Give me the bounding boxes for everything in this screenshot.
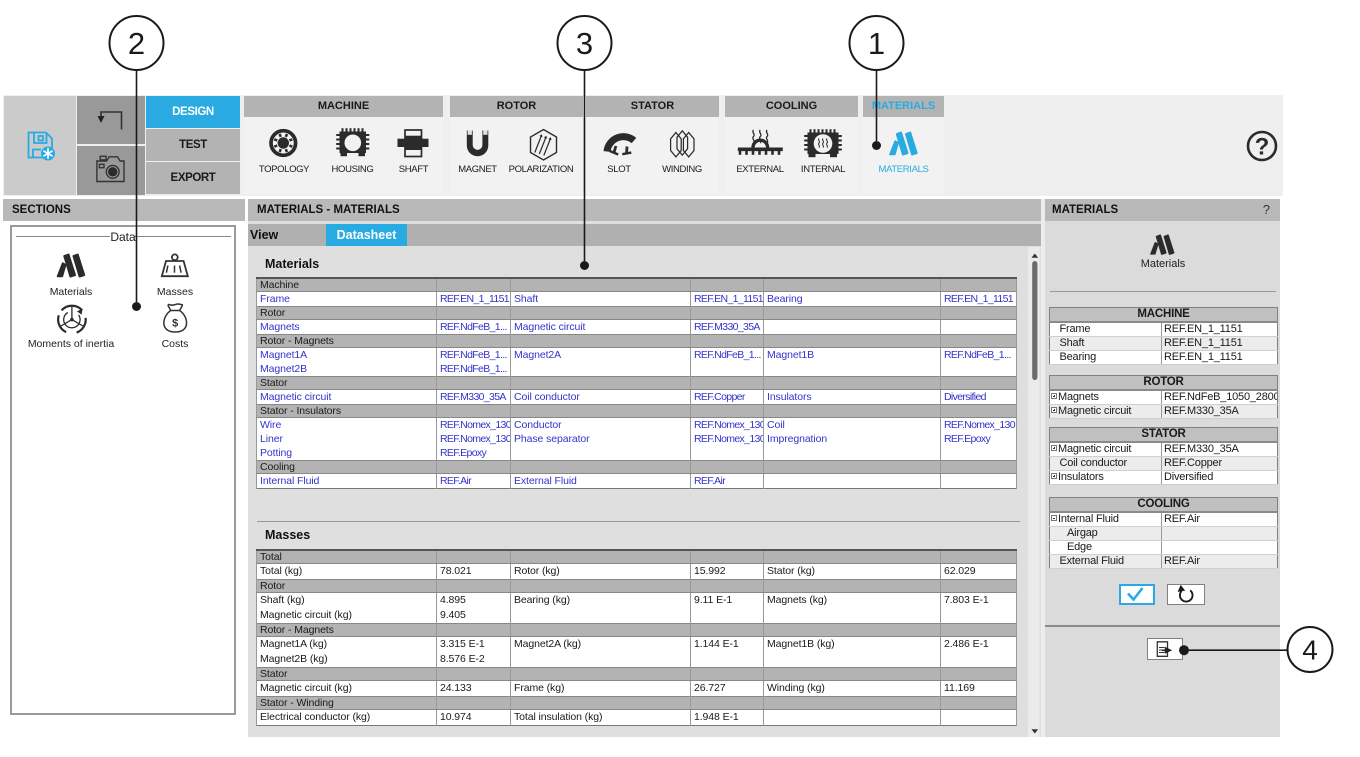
svg-text:4: 4	[1302, 635, 1318, 666]
svg-text:HOUSING: HOUSING	[332, 164, 374, 175]
svg-text:2: 2	[128, 26, 145, 61]
svg-text:3: 3	[576, 26, 593, 61]
svg-text:MATERIALS: MATERIALS	[879, 164, 929, 175]
svg-text:EXTERNAL: EXTERNAL	[736, 164, 783, 175]
svg-text:SLOT: SLOT	[607, 164, 631, 175]
svg-text:$: $	[172, 318, 178, 330]
svg-text:WINDING: WINDING	[662, 164, 702, 175]
svg-text:SHAFT: SHAFT	[399, 164, 429, 175]
svg-text:1: 1	[868, 26, 885, 61]
svg-text:POLARIZATION: POLARIZATION	[509, 164, 574, 175]
svg-text:?: ?	[1255, 134, 1270, 161]
svg-text:INTERNAL: INTERNAL	[801, 164, 845, 175]
svg-text:MAGNET: MAGNET	[458, 164, 497, 175]
svg-text:TOPOLOGY: TOPOLOGY	[259, 164, 310, 175]
